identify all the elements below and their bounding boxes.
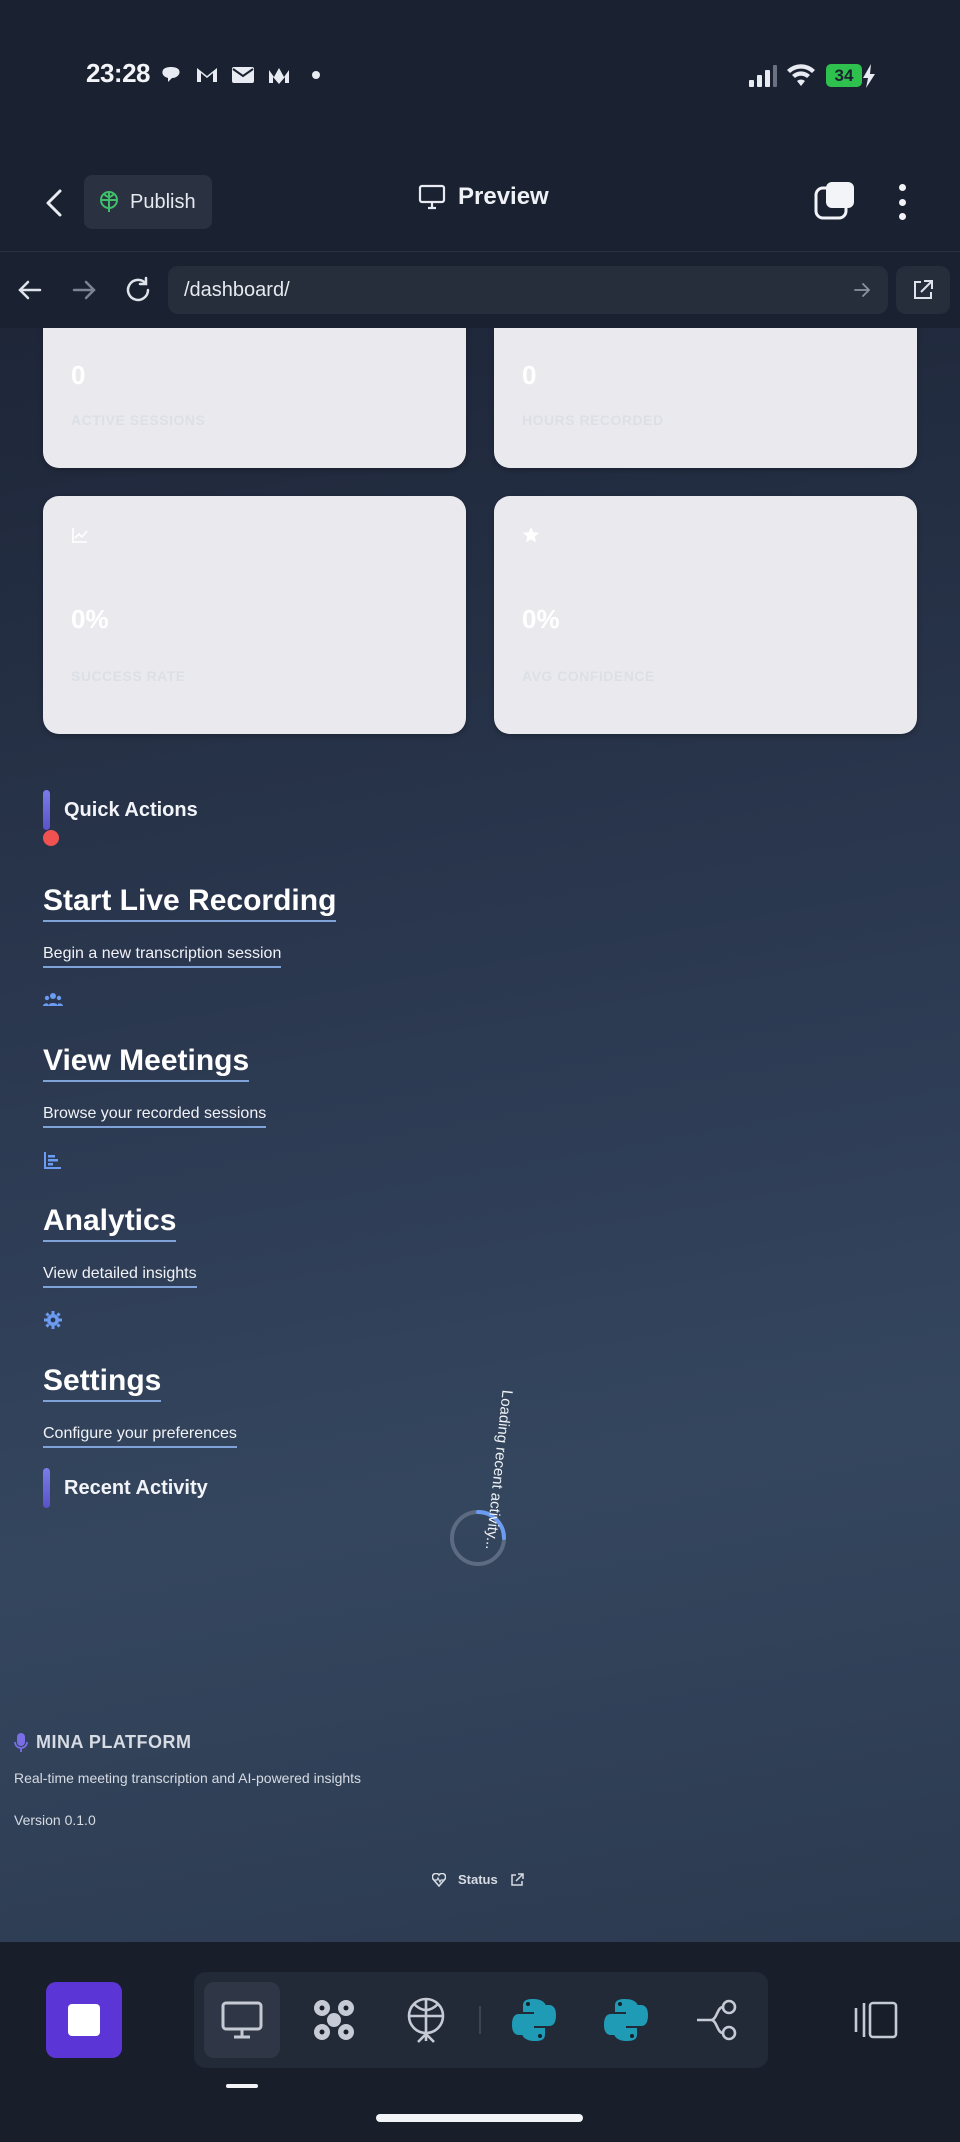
publish-label: Publish	[130, 190, 196, 213]
python-icon	[604, 1999, 648, 2041]
star-icon	[523, 527, 539, 543]
wifi-icon	[786, 62, 816, 88]
battery-indicator: 34	[826, 64, 862, 87]
stat-card-hours-recorded: 0 HOURS RECORDED	[494, 328, 917, 468]
mail-icon	[230, 64, 256, 86]
tool-divider	[479, 2006, 481, 2034]
status-link[interactable]: Status	[432, 1872, 524, 1887]
status-time: 23:28	[86, 58, 151, 88]
footer-brand: MINA PLATFORM	[14, 1732, 191, 1753]
heartbeat-icon	[432, 1872, 446, 1887]
chevron-left-icon	[46, 189, 62, 217]
tabs-button[interactable]	[812, 180, 856, 224]
tool-publish[interactable]	[388, 1982, 464, 2058]
tool-apps[interactable]	[296, 1982, 372, 2058]
publish-icon	[100, 191, 118, 212]
monitor-icon	[221, 2001, 263, 2039]
microphone-icon	[14, 1732, 28, 1752]
section-title: Recent Activity	[64, 1476, 208, 1499]
url-text: /dashboard/	[184, 278, 290, 301]
tool-python-2[interactable]	[588, 1982, 664, 2058]
external-link-icon	[510, 1872, 524, 1886]
back-button[interactable]	[38, 185, 74, 221]
publish-icon	[407, 1997, 445, 2043]
status-label: Status	[458, 1872, 498, 1887]
tool-branch[interactable]	[680, 1982, 756, 2058]
stat-value: 0%	[71, 604, 109, 634]
tool-preview[interactable]	[204, 1982, 280, 2058]
apps-icon	[314, 2000, 354, 2040]
section-quick-actions: Quick Actions	[43, 790, 198, 830]
action-analytics-description[interactable]: View detailed insights	[43, 1264, 197, 1288]
preview-label: Preview	[458, 183, 549, 210]
stat-label: HOURS RECORDED	[522, 412, 664, 428]
action-start-live-recording[interactable]: Start Live Recording	[43, 884, 337, 922]
external-link-icon	[914, 280, 933, 299]
app-notification-icon	[158, 64, 184, 86]
reload-button[interactable]	[120, 272, 156, 308]
branch-icon	[697, 1999, 737, 2041]
gmail-icon	[194, 64, 220, 86]
monitor-icon	[418, 184, 446, 210]
arrow-right-icon	[72, 280, 96, 300]
stat-value: 0%	[522, 604, 560, 634]
arrow-left-icon	[18, 280, 42, 300]
stat-value: 0	[522, 360, 537, 390]
chart-line-icon	[72, 528, 88, 543]
stat-card-avg-confidence: 0% AVG CONFIDENCE	[494, 496, 917, 734]
gmail-icon	[266, 64, 292, 86]
stat-label: SUCCESS RATE	[71, 668, 186, 684]
stat-label: ACTIVE SESSIONS	[71, 412, 206, 428]
panel-icon	[854, 2001, 898, 2039]
users-icon	[43, 993, 63, 1006]
browser-forward-button[interactable]	[66, 272, 102, 308]
record-dot-icon	[43, 830, 59, 846]
charging-bolt-icon	[862, 64, 876, 88]
url-field[interactable]: /dashboard/	[168, 266, 888, 314]
dot-icon	[312, 71, 320, 79]
publish-button[interactable]: Publish	[84, 175, 212, 229]
home-indicator[interactable]	[376, 2114, 583, 2122]
footer-version: Version 0.1.0	[14, 1812, 96, 1828]
action-view-meetings-description[interactable]: Browse your recorded sessions	[43, 1104, 267, 1128]
page-content: 0 ACTIVE SESSIONS 0 HOURS RECORDED 0% SU…	[0, 328, 960, 1942]
footer-brand-name: MINA PLATFORM	[36, 1732, 192, 1752]
section-accent-bar	[43, 790, 50, 830]
preview-toggle[interactable]: Preview	[418, 183, 549, 211]
stop-icon	[68, 2004, 100, 2036]
tool-python-1[interactable]	[496, 1982, 572, 2058]
browser-back-button[interactable]	[12, 272, 48, 308]
stat-card-success-rate: 0% SUCCESS RATE	[43, 496, 466, 734]
section-accent-bar	[43, 1468, 50, 1508]
bar-chart-icon	[44, 1152, 61, 1169]
action-settings[interactable]: Settings	[43, 1364, 162, 1402]
go-arrow-icon[interactable]	[852, 280, 872, 300]
signal-icon	[748, 64, 778, 88]
stat-card-active-sessions: 0 ACTIVE SESSIONS	[43, 328, 466, 468]
reload-icon	[126, 276, 150, 302]
action-settings-description[interactable]: Configure your preferences	[43, 1424, 237, 1448]
python-icon	[512, 1999, 556, 2041]
action-view-meetings[interactable]: View Meetings	[43, 1044, 250, 1082]
section-title: Quick Actions	[64, 798, 198, 821]
section-recent-activity: Recent Activity	[43, 1468, 208, 1508]
footer-tagline: Real-time meeting transcription and AI-p…	[14, 1770, 362, 1786]
open-external-button[interactable]	[896, 266, 950, 314]
stat-label: AVG CONFIDENCE	[522, 668, 655, 684]
stop-button[interactable]	[46, 1982, 122, 2058]
tabs-icon	[814, 182, 854, 220]
gear-icon	[44, 1311, 62, 1329]
action-start-live-recording-description[interactable]: Begin a new transcription session	[43, 944, 282, 968]
stat-value: 0	[71, 360, 86, 390]
tool-panel-toggle[interactable]	[838, 1982, 914, 2058]
active-tool-indicator	[226, 2084, 258, 2088]
more-menu-button[interactable]	[890, 180, 914, 224]
action-analytics[interactable]: Analytics	[43, 1204, 177, 1242]
